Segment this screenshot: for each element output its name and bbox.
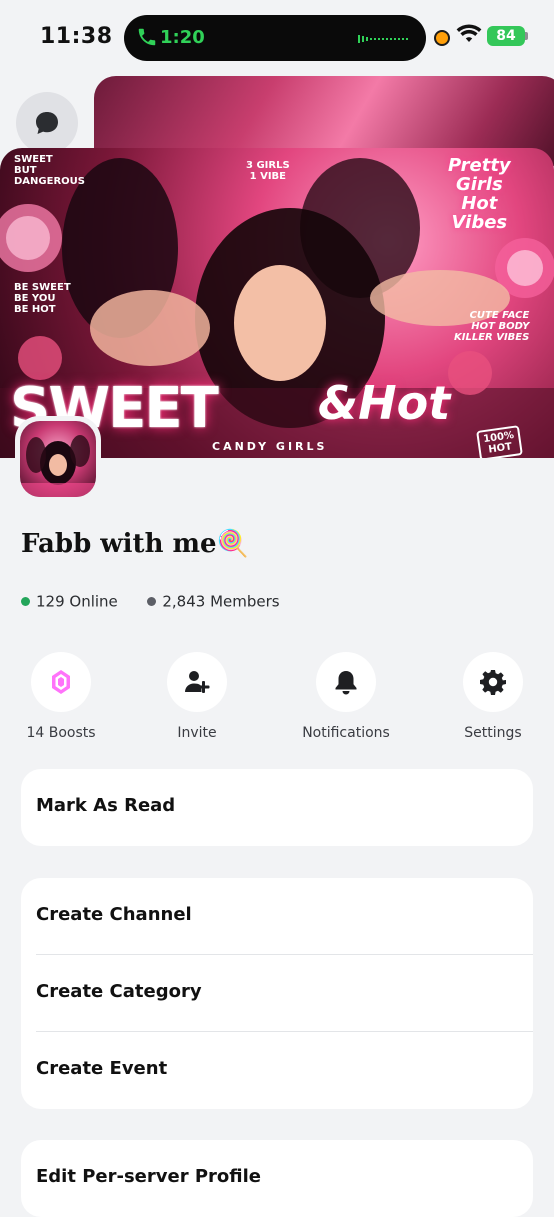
- banner-text-top-right: Pretty Girls Hot Vibes: [448, 155, 511, 233]
- battery-tip: [525, 32, 528, 40]
- create-event-label: Create Event: [36, 1058, 168, 1079]
- online-dot-icon: [21, 597, 30, 606]
- banner-badge: 100% HOT: [476, 425, 523, 458]
- edit-server-profile-item[interactable]: Edit Per-server Profile: [21, 1140, 533, 1217]
- create-card: Create Channel Create Category Create Ev…: [21, 878, 533, 1109]
- notifications-label: Notifications: [302, 725, 390, 741]
- banner-text-right: CUTE FACE HOT BODY KILLER VIBES: [454, 310, 530, 343]
- boosts-label: 14 Boosts: [26, 725, 96, 741]
- member-count: 2,843 Members: [162, 592, 280, 611]
- server-banner: SWEET BUT DANGEROUS 3 GIRLS 1 VIBE Prett…: [0, 148, 554, 458]
- settings-label: Settings: [464, 725, 522, 741]
- mark-as-read-label: Mark As Read: [36, 795, 176, 816]
- battery-indicator: 84: [487, 26, 525, 46]
- settings-action[interactable]: Settings: [433, 652, 553, 741]
- banner-title-script: &Hot: [318, 376, 451, 430]
- banner-text-top-left: SWEET BUT DANGEROUS: [14, 154, 85, 187]
- settings-button[interactable]: [463, 652, 523, 712]
- profile-card: Edit Per-server Profile: [21, 1140, 533, 1217]
- clock: 11:38: [40, 24, 113, 49]
- online-count: 129 Online: [36, 592, 118, 611]
- server-avatar[interactable]: [15, 416, 101, 502]
- notifications-button[interactable]: [316, 652, 376, 712]
- boosts-action[interactable]: 14 Boosts: [1, 652, 121, 741]
- server-name: Fabb with me🍭: [21, 529, 249, 559]
- create-channel-label: Create Channel: [36, 904, 192, 925]
- gear-icon: [480, 670, 506, 695]
- boosts-button[interactable]: [31, 652, 91, 712]
- audio-waveform-icon: [358, 35, 408, 43]
- messages-button[interactable]: [16, 92, 78, 154]
- mark-read-card: Mark As Read: [21, 769, 533, 846]
- invite-button[interactable]: [167, 652, 227, 712]
- mark-as-read-item[interactable]: Mark As Read: [21, 769, 533, 846]
- members-dot-icon: [147, 597, 157, 606]
- recording-indicator-icon: [436, 32, 448, 44]
- add-user-icon: [185, 671, 210, 693]
- banner-text-left: BE SWEET BE YOU BE HOT: [14, 282, 71, 315]
- call-duration: 1:20: [160, 27, 205, 48]
- dynamic-island-call[interactable]: 1:20: [124, 15, 426, 61]
- invite-label: Invite: [177, 725, 217, 741]
- banner-subtitle: CANDY GIRLS: [212, 440, 328, 453]
- bell-icon: [335, 671, 357, 695]
- create-channel-item[interactable]: Create Channel: [21, 878, 533, 955]
- wifi-icon: [456, 24, 482, 42]
- server-avatar-image: [20, 421, 96, 497]
- status-bar: 11:38 1:20 84: [0, 0, 554, 76]
- phone-icon: [138, 28, 156, 46]
- invite-action[interactable]: Invite: [137, 652, 257, 741]
- banner-text-top-center: 3 GIRLS 1 VIBE: [246, 160, 290, 182]
- chat-bubble-icon: [36, 112, 58, 134]
- create-event-item[interactable]: Create Event: [21, 1032, 533, 1109]
- server-stats: 129 Online 2,843 Members: [21, 592, 280, 611]
- boost-gem-icon: [52, 670, 70, 694]
- create-category-item[interactable]: Create Category: [21, 955, 533, 1032]
- edit-server-profile-label: Edit Per-server Profile: [36, 1166, 262, 1187]
- notifications-action[interactable]: Notifications: [286, 652, 406, 741]
- create-category-label: Create Category: [36, 981, 202, 1002]
